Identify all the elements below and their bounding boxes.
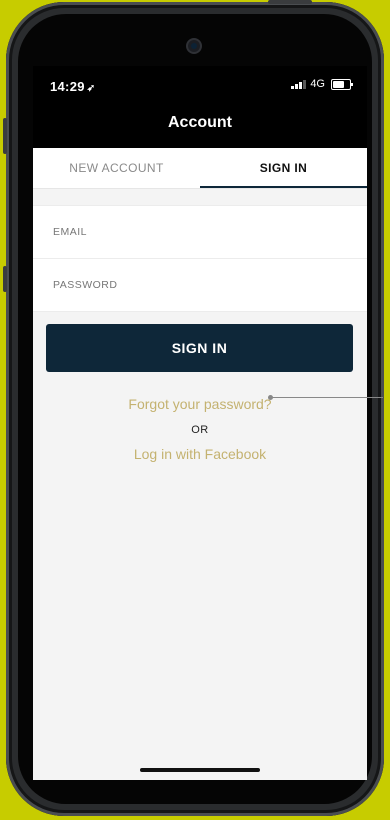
network-label: 4G [310, 78, 325, 90]
or-divider: OR [191, 424, 209, 436]
status-time: 14:29 ➶ [50, 79, 95, 94]
front-camera-icon [188, 40, 200, 52]
volume-up-button [3, 118, 7, 154]
tab-new-account[interactable]: NEW ACCOUNT [33, 148, 200, 188]
email-field[interactable] [51, 225, 345, 239]
status-bar: 14:29 ➶ 4G [33, 66, 367, 102]
page-title: Account [168, 114, 232, 131]
account-content: NEW ACCOUNT SIGN IN SIGN IN Forgot your … [33, 148, 367, 780]
status-right: 4G [291, 78, 353, 90]
account-tabs: NEW ACCOUNT SIGN IN [33, 148, 367, 189]
home-indicator [140, 768, 260, 772]
password-field-row [33, 259, 367, 311]
power-button [268, 0, 312, 4]
sign-in-button[interactable]: SIGN IN [46, 324, 353, 372]
battery-icon [331, 78, 353, 90]
email-field-row [33, 206, 367, 259]
forgot-password-link[interactable]: Forgot your password? [33, 396, 367, 412]
signal-icon [291, 79, 307, 89]
tab-sign-in[interactable]: SIGN IN [200, 148, 367, 188]
sign-in-form [33, 205, 367, 312]
password-field[interactable] [51, 278, 345, 292]
time-label: 14:29 [50, 79, 85, 94]
callout-line [271, 397, 383, 398]
location-arrow-icon: ➶ [86, 83, 96, 94]
mute-switch [3, 266, 7, 292]
facebook-login-link[interactable]: Log in with Facebook [33, 446, 367, 462]
screen: 14:29➶ 4G Account NEW ACCOUNT SIGN IN SI… [33, 66, 367, 780]
